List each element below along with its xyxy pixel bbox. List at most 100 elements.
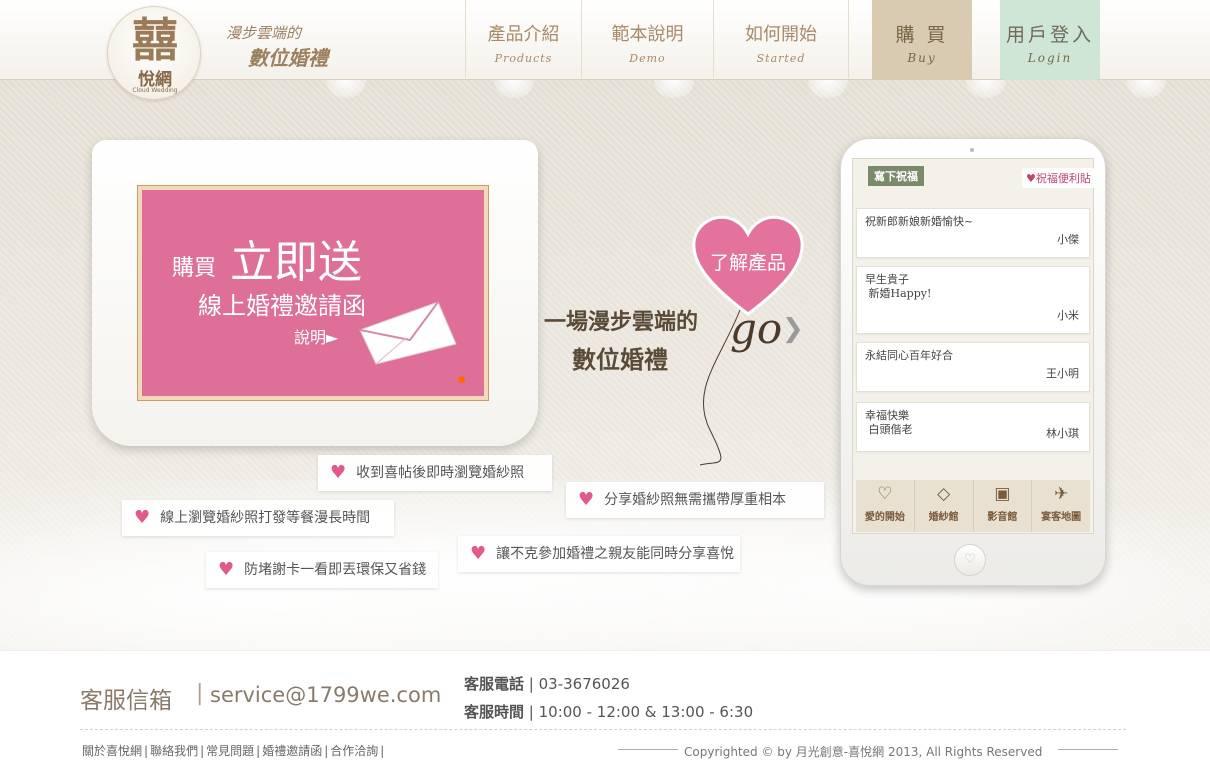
message-author: 小米 xyxy=(1057,309,1079,322)
tagline-line1: 一場漫步雲端的 xyxy=(544,309,699,335)
message-text: 永結同心百年好合 xyxy=(865,349,953,362)
slogan-line1: 漫步雲端的 xyxy=(226,24,302,42)
spotlight xyxy=(654,80,694,98)
blessing-message: 早生貴子 新婚Happy! 小米 xyxy=(856,266,1090,334)
tab-video-gallery[interactable]: ▣ 影音館 xyxy=(974,480,1033,532)
write-blessing-tab[interactable]: 寫下祝福 xyxy=(868,166,924,186)
login-tab-label: 用戶登入 xyxy=(1005,24,1094,46)
car-icon: ✈ xyxy=(1054,484,1069,504)
message-text: 祝新郎新娘新婚愉快~ xyxy=(865,215,974,228)
phone-home-button[interactable]: ♡ xyxy=(954,544,986,576)
login-tab-sublabel: Login xyxy=(1027,51,1073,65)
heart-icon: ♥ xyxy=(470,543,487,564)
clapperboard-icon: ▣ xyxy=(994,484,1011,504)
go-text: go xyxy=(730,304,783,353)
service-phone: 客服電話 | 03-3676026 xyxy=(464,673,630,694)
separator: | xyxy=(196,681,204,706)
nav-demo-sublabel: Demo xyxy=(629,52,666,65)
heart-icon: ♥ xyxy=(578,489,595,510)
tab-venue-map[interactable]: ✈ 宴客地圖 xyxy=(1032,480,1090,532)
feature-text: 分享婚紗照無需攜帶厚重相本 xyxy=(604,492,787,508)
site-footer: 客服信箱 | service@1799we.com 客服電話 | 03-3676… xyxy=(0,650,1210,779)
blessing-message: 幸福快樂 白頭偕老 林小琪 xyxy=(856,402,1090,452)
spotlight xyxy=(1126,80,1166,98)
footer-link-contact[interactable]: 聯絡我們 xyxy=(148,744,200,758)
blessing-sticky-button[interactable]: ♥祝福便利貼 xyxy=(1022,168,1095,188)
message-author: 小傑 xyxy=(1057,233,1079,246)
footer-link-invitation[interactable]: 婚禮邀請函 xyxy=(260,744,324,758)
ornament-line xyxy=(618,749,678,750)
footer-links: 關於喜悅網 | 聯絡我們 | 常見問題 | 婚禮邀請函 | 合作洽詢 | xyxy=(80,744,385,758)
service-hours-label: 客服時間 xyxy=(464,703,525,721)
nav-started-label: 如何開始 xyxy=(745,24,817,45)
footer-link-about[interactable]: 關於喜悅網 xyxy=(80,744,144,758)
promo-banner[interactable]: 購買 立即送 線上婚禮邀請函 說明► xyxy=(137,185,489,401)
feature-text: 收到喜帖後即時瀏覽婚紗照 xyxy=(356,465,525,481)
blessing-message: 永結同心百年好合 王小明 xyxy=(856,342,1090,392)
logo-subtitle: Cloud Wedding xyxy=(132,87,178,94)
tab-label: 影音館 xyxy=(987,512,1018,523)
service-hours: 客服時間 | 10:00 - 12:00 & 13:00 - 6:30 xyxy=(464,701,753,722)
footer-link-faq[interactable]: 常見問題 xyxy=(204,744,256,758)
banner-invite-text: 線上婚禮邀請函 xyxy=(198,292,366,320)
heart-icon: ♥ xyxy=(134,507,151,528)
slogan-line2: 數位婚禮 xyxy=(248,46,328,70)
couple-icon: ♡ xyxy=(877,484,893,504)
logo-double-happiness-icon: 囍 xyxy=(132,13,178,67)
spotlight xyxy=(494,80,534,98)
heart-icon: ♥ xyxy=(218,559,235,580)
spotlight xyxy=(326,80,366,98)
spotlight xyxy=(808,80,848,98)
message-text: 幸福快樂 白頭偕老 xyxy=(865,409,913,436)
phone-tab-bar: ♡ 愛的開始 ◇ 婚紗館 ▣ 影音館 ✈ 宴客地圖 xyxy=(856,480,1090,532)
buy-tab-sublabel: Buy xyxy=(907,51,937,65)
feature-text: 防堵謝卡一看即丟環保又省錢 xyxy=(244,562,427,578)
message-text: 早生貴子 新婚Happy! xyxy=(865,273,932,300)
tab-photo-gallery[interactable]: ◇ 婚紗館 xyxy=(915,480,974,532)
phone-camera xyxy=(970,148,974,152)
site-logo[interactable]: 囍 悅網 Cloud Wedding xyxy=(107,6,201,100)
heart-icon: ♥ xyxy=(330,462,347,483)
feature-card: ♥ 線上瀏覽婚紗照打發等餐漫長時間 xyxy=(122,500,394,536)
footer-link-cooperation[interactable]: 合作洽詢 xyxy=(328,744,380,758)
feature-card: ♥ 防堵謝卡一看即丟環保又省錢 xyxy=(206,552,438,588)
feature-card: ♥ 分享婚紗照無需攜帶厚重相本 xyxy=(566,482,824,518)
service-phone-value: | 03-3676026 xyxy=(528,675,630,693)
tagline-line2: 數位婚禮 xyxy=(572,345,668,374)
nav-demo[interactable]: 範本說明 Demo xyxy=(581,0,713,78)
banner-free-text: 立即送 xyxy=(230,237,362,288)
nav-demo-label: 範本說明 xyxy=(611,24,684,45)
service-email-link[interactable]: service@1799we.com xyxy=(210,683,441,707)
tab-label: 愛的開始 xyxy=(864,512,905,523)
photo-icon: ◇ xyxy=(937,484,951,504)
tab-love-start[interactable]: ♡ 愛的開始 xyxy=(856,480,915,532)
learn-product-button[interactable]: 了解產品 xyxy=(700,248,796,275)
service-mail-label: 客服信箱 xyxy=(80,688,172,714)
copyright: Copyrighted © by 月光創意-喜悅網 2013, All Righ… xyxy=(684,745,1043,759)
envelope-icon xyxy=(359,301,457,365)
nav-products-label: 產品介紹 xyxy=(487,24,560,45)
nav-started-sublabel: Started xyxy=(756,52,806,65)
nav-products[interactable]: 產品介紹 Products xyxy=(465,0,581,78)
feature-card: ♥ 收到喜帖後即時瀏覽婚紗照 xyxy=(318,455,552,491)
feature-text: 線上瀏覽婚紗照打發等餐漫長時間 xyxy=(160,510,371,526)
tab-label: 婚紗館 xyxy=(928,512,959,523)
nav-products-sublabel: Products xyxy=(494,52,553,65)
feature-text: 讓不克參加婚禮之親友能同時分享喜悅 xyxy=(496,546,735,562)
footer-divider xyxy=(80,729,1126,730)
service-hours-value: | 10:00 - 12:00 & 13:00 - 6:30 xyxy=(528,703,754,721)
message-author: 林小琪 xyxy=(1046,427,1079,440)
ornament-line xyxy=(1058,749,1118,750)
nav-started[interactable]: 如何開始 Started xyxy=(713,0,849,78)
tab-label: 宴客地圖 xyxy=(1041,512,1082,523)
banner-explain-link[interactable]: 說明► xyxy=(294,324,338,348)
service-phone-label: 客服電話 xyxy=(464,675,525,693)
message-author: 王小明 xyxy=(1046,367,1079,380)
carousel-indicator[interactable] xyxy=(458,376,465,383)
banner-buy-text: 購買 xyxy=(172,256,217,281)
spotlight xyxy=(966,80,1006,98)
feature-card: ♥ 讓不克參加婚禮之親友能同時分享喜悅 xyxy=(458,536,740,572)
buy-tab-label: 購 買 xyxy=(895,24,949,46)
blessing-message: 祝新郎新娘新婚愉快~ 小傑 xyxy=(856,208,1090,258)
go-arrow-icon[interactable]: ❯ xyxy=(782,314,804,344)
